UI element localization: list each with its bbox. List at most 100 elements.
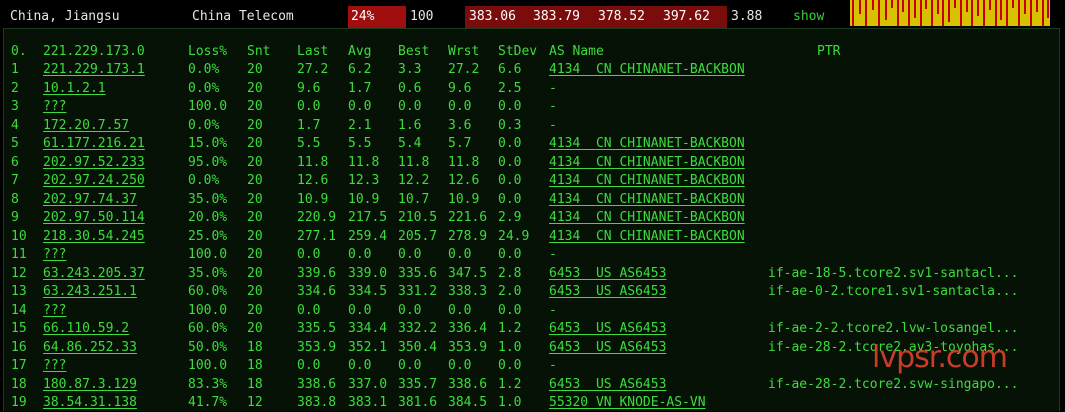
hop-host[interactable]: 63.243.205.37 <box>43 265 145 283</box>
hop-avg: 2.1 <box>348 117 372 133</box>
hop-host[interactable]: 180.87.3.129 <box>43 376 137 394</box>
hop-number: 1 <box>11 62 19 77</box>
summary-loss: 24% <box>348 6 406 28</box>
loss-sparkline <box>850 0 1050 26</box>
hop-as-name[interactable]: 55320 VN KNODE-AS-VN <box>549 394 706 412</box>
hop-last: 383.8 <box>297 395 337 410</box>
hop-host[interactable]: 221.229.173.1 <box>43 61 145 79</box>
hop-sent: 18 <box>247 376 263 392</box>
sparkline-tick <box>942 0 944 26</box>
hop-host[interactable]: ??? <box>43 98 66 116</box>
hop-sent: 18 <box>247 358 263 373</box>
hop-last: 27.2 <box>297 62 329 77</box>
hop-avg: 0.0 <box>348 247 372 262</box>
hop-stdev: 0.0 <box>498 173 522 188</box>
sparkline-tick <box>920 0 922 26</box>
summary-latency-block: 383.06 383.79 378.52 397.62 <box>465 6 727 28</box>
hop-loss: 50.0% <box>188 339 228 355</box>
hop-number: 15 <box>11 321 27 336</box>
hop-host[interactable]: 64.86.252.33 <box>43 339 137 357</box>
hop-host[interactable]: ??? <box>43 302 66 320</box>
table-row: 9 202.97.50.114 20.0% 20 220.9 217.5 210.5 221.… <box>4 209 1054 227</box>
sparkline-tick <box>908 0 910 26</box>
sparkline-tick <box>977 0 979 16</box>
sparkline-tick <box>902 0 904 12</box>
hop-avg: 352.1 <box>348 339 388 355</box>
sparkline-tick <box>983 0 985 26</box>
hop-stdev: 2.0 <box>498 284 522 299</box>
hop-as-name[interactable]: 4134 CN CHINANET-BACKBON <box>549 191 745 209</box>
hop-as-name[interactable]: 4134 CN CHINANET-BACKBON <box>549 61 745 79</box>
hop-host[interactable]: 202.97.52.233 <box>43 154 145 172</box>
show-link[interactable]: show <box>793 0 824 28</box>
hop-last: 12.6 <box>297 173 329 188</box>
hop-host[interactable]: 218.30.54.245 <box>43 228 145 246</box>
hop-loss: 100.0 <box>188 99 228 114</box>
table-row: 12 63.243.205.37 35.0% 20 339.6 339.0 335.6 347… <box>4 265 1054 283</box>
hop-worst: 0.0 <box>448 302 472 318</box>
hop-as-name[interactable]: 6453 US AS6453 <box>549 283 666 301</box>
hop-as-name[interactable]: 6453 US AS6453 <box>549 339 666 357</box>
header-last: Last <box>297 44 329 59</box>
hop-worst: 9.6 <box>448 80 472 96</box>
hop-as-name: - <box>549 99 557 114</box>
hop-worst: 12.6 <box>448 173 480 188</box>
hop-best: 0.0 <box>398 99 422 114</box>
hop-host[interactable]: 10.1.2.1 <box>43 80 106 98</box>
hop-sent: 20 <box>247 321 263 336</box>
hop-host[interactable]: 202.97.24.250 <box>43 172 145 190</box>
hop-worst: 338.6 <box>448 376 488 392</box>
hop-stdev: 0.0 <box>498 302 522 318</box>
sparkline-tick <box>995 0 997 26</box>
table-row: 4 172.20.7.57 0.0% 20 1.7 2.1 1.6 3.6 0.3 - <box>4 117 1054 135</box>
table-row: 13 63.243.251.1 60.0% 20 334.6 334.5 331.2 338.… <box>4 283 1054 301</box>
hop-as-name[interactable]: 4134 CN CHINANET-BACKBON <box>549 209 745 227</box>
sparkline-tick <box>989 0 991 10</box>
hop-as-name[interactable]: 4134 CN CHINANET-BACKBON <box>549 135 745 153</box>
hop-loss: 100.0 <box>188 358 228 373</box>
hop-host[interactable]: 172.20.7.57 <box>43 117 129 135</box>
hop-host[interactable]: 63.243.251.1 <box>43 283 137 301</box>
header-as-name: AS Name <box>549 44 604 59</box>
hop-stdev: 0.0 <box>498 136 522 151</box>
hop-stdev: 0.0 <box>498 247 522 262</box>
hop-as-name[interactable]: 4134 CN CHINANET-BACKBON <box>549 228 745 246</box>
hop-as-name[interactable]: 6453 US AS6453 <box>549 376 666 394</box>
hop-sent: 20 <box>247 80 263 96</box>
hop-host[interactable]: ??? <box>43 246 66 264</box>
hop-host[interactable]: 38.54.31.138 <box>43 394 137 412</box>
summary-worst: 397.62 <box>663 9 710 24</box>
hop-ptr: if-ae-18-5.tcore2.sv1-santacl... <box>768 265 1019 281</box>
header-host: 221.229.173.0 <box>43 44 145 59</box>
hop-stdev: 2.9 <box>498 210 522 225</box>
hop-host[interactable]: 66.110.59.2 <box>43 320 129 338</box>
hop-best: 205.7 <box>398 228 438 244</box>
hop-stdev: 1.2 <box>498 376 522 392</box>
hop-host[interactable]: 202.97.50.114 <box>43 209 145 227</box>
hop-as-name[interactable]: 6453 US AS6453 <box>549 320 666 338</box>
hop-stdev: 0.0 <box>498 358 522 373</box>
header-loss: Loss% <box>188 44 228 59</box>
hop-best: 11.8 <box>398 154 430 170</box>
sparkline-tick <box>925 0 927 9</box>
hop-sent: 20 <box>247 136 263 151</box>
sparkline-tick <box>960 0 962 26</box>
hop-host[interactable]: 202.97.74.37 <box>43 191 137 209</box>
sparkline-tick <box>966 0 968 12</box>
hop-sent: 20 <box>247 284 263 299</box>
hop-number: 10 <box>11 228 27 244</box>
hop-number: 3 <box>11 99 19 114</box>
hop-host[interactable]: 61.177.216.21 <box>43 135 145 153</box>
hop-stdev: 1.0 <box>498 395 522 410</box>
hop-loss: 15.0% <box>188 136 228 151</box>
hop-as-name[interactable]: 4134 CN CHINANET-BACKBON <box>549 172 745 190</box>
hop-best: 0.0 <box>398 358 422 373</box>
hop-as-name[interactable]: 4134 CN CHINANET-BACKBON <box>549 154 745 172</box>
hop-last: 220.9 <box>297 210 337 225</box>
hop-avg: 217.5 <box>348 210 388 225</box>
hop-host[interactable]: ??? <box>43 357 66 375</box>
hop-as-name[interactable]: 6453 US AS6453 <box>549 265 666 283</box>
hop-loss: 60.0% <box>188 284 228 299</box>
hop-best: 12.2 <box>398 173 430 188</box>
hop-worst: 338.3 <box>448 284 488 299</box>
